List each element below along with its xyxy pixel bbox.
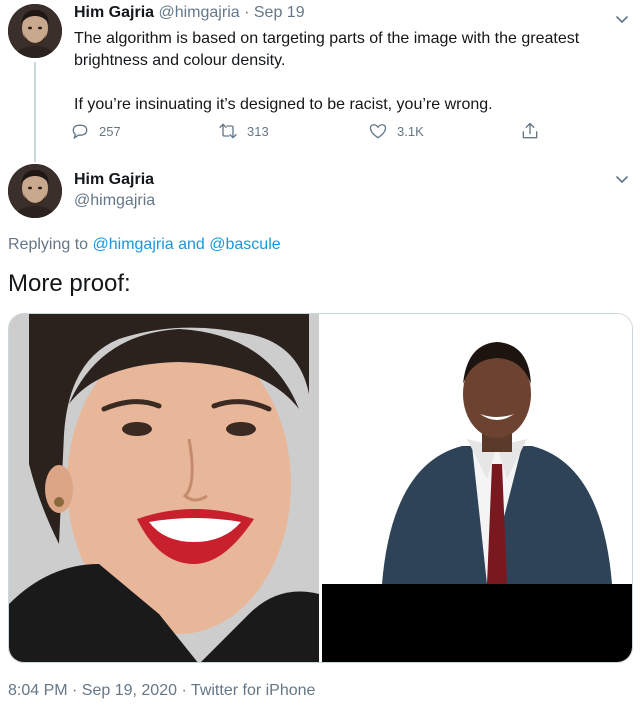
tweet2-author-name[interactable]: Him Gajria — [74, 171, 154, 189]
tweet1-text-line1: The algorithm is based on targeting part… — [74, 30, 580, 69]
retweet-icon — [219, 123, 237, 139]
tweet1-author-handle[interactable]: @himgajria — [158, 4, 239, 21]
retweet-button[interactable]: 313 — [218, 121, 269, 141]
avatar[interactable] — [8, 164, 62, 218]
replying-and: and — [178, 236, 205, 253]
share-button[interactable] — [520, 121, 540, 141]
media-grid — [8, 313, 633, 663]
replying-prefix: Replying to — [8, 236, 89, 253]
reply-count: 257 — [99, 123, 121, 139]
tweet-timestamp[interactable]: 8:04 PM · Sep 19, 2020 · Twitter for iPh… — [8, 682, 315, 700]
tweet2-author-handle[interactable]: @himgajria — [74, 192, 155, 210]
separator-dot: · — [244, 4, 250, 21]
tweet1-text: The algorithm is based on targeting part… — [74, 28, 614, 116]
thread-line — [34, 62, 36, 162]
like-count: 3.1K — [397, 123, 424, 139]
avatar[interactable] — [8, 4, 62, 58]
share-icon — [522, 122, 538, 139]
tweet1-text-line2: If you’re insinuating it’s designed to b… — [74, 96, 493, 113]
tweet1-actions: 257 313 3.1K — [70, 121, 550, 143]
like-icon — [369, 124, 387, 139]
replying-user-link[interactable]: @bascule — [209, 236, 280, 253]
chevron-down-icon[interactable] — [614, 11, 630, 27]
photo-woman[interactable] — [9, 314, 319, 662]
reply-icon — [72, 124, 88, 139]
reply-button[interactable]: 257 — [70, 121, 121, 141]
tweet1-date[interactable]: Sep 19 — [254, 4, 305, 21]
like-button[interactable]: 3.1K — [368, 121, 424, 141]
replying-user-link[interactable]: @himgajria — [93, 236, 174, 253]
tweet2-text: More proof: — [8, 270, 131, 297]
tweet1-author-name[interactable]: Him Gajria — [74, 4, 154, 21]
photo-man[interactable] — [322, 314, 632, 662]
replying-to: Replying to @himgajria and @bascule — [8, 236, 281, 254]
chevron-down-icon[interactable] — [614, 171, 630, 187]
retweet-count: 313 — [247, 123, 269, 139]
tweet1-header: Him Gajria @himgajria · Sep 19 — [74, 4, 305, 22]
